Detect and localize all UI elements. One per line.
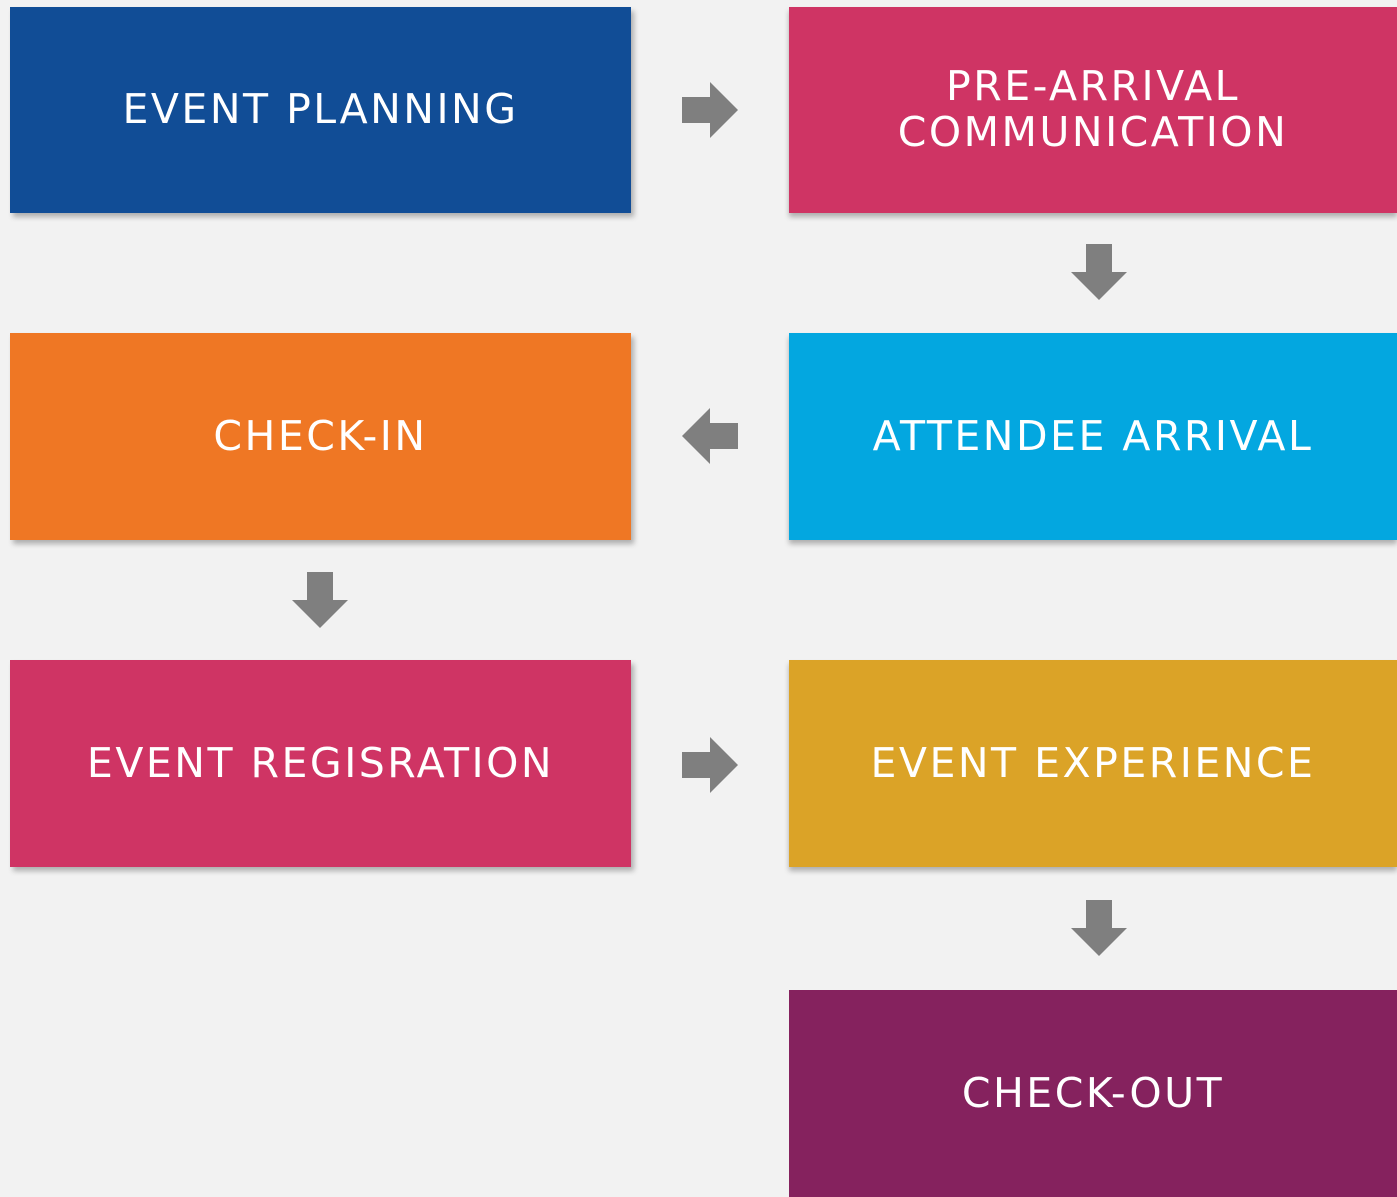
step-check-in: CHECK-IN [10,333,631,540]
step-check-out: CHECK-OUT [789,990,1397,1197]
arrow-right-icon [680,80,740,140]
step-event-experience: EVENT EXPERIENCE [789,660,1397,867]
arrow-down-icon [290,570,350,630]
arrow-down-icon [1069,242,1129,302]
arrow-shape [292,572,348,628]
step-event-registration: EVENT REGISRATION [10,660,631,867]
arrow-shape [1071,900,1127,956]
arrow-shape [682,82,738,138]
step-pre-arrival-communication: PRE-ARRIVAL COMMUNICATION [789,7,1397,213]
step-label: EVENT PLANNING [122,85,519,134]
arrow-left-icon [680,406,740,466]
step-label: PRE-ARRIVAL COMMUNICATION [897,62,1289,156]
step-label: EVENT EXPERIENCE [870,738,1316,787]
arrow-shape [1071,244,1127,300]
arrow-shape [682,737,738,793]
step-attendee-arrival: ATTENDEE ARRIVAL [789,333,1397,540]
step-label: CHECK-OUT [961,1068,1225,1117]
arrow-right-icon [680,735,740,795]
arrow-shape [682,408,738,464]
event-flow-diagram: EVENT PLANNING PRE-ARRIVAL COMMUNICATION… [0,0,1397,1197]
step-label: CHECK-IN [213,411,428,460]
arrow-down-icon [1069,898,1129,958]
step-label: EVENT REGISRATION [86,738,555,787]
step-event-planning: EVENT PLANNING [10,7,631,213]
step-label: ATTENDEE ARRIVAL [872,411,1314,460]
